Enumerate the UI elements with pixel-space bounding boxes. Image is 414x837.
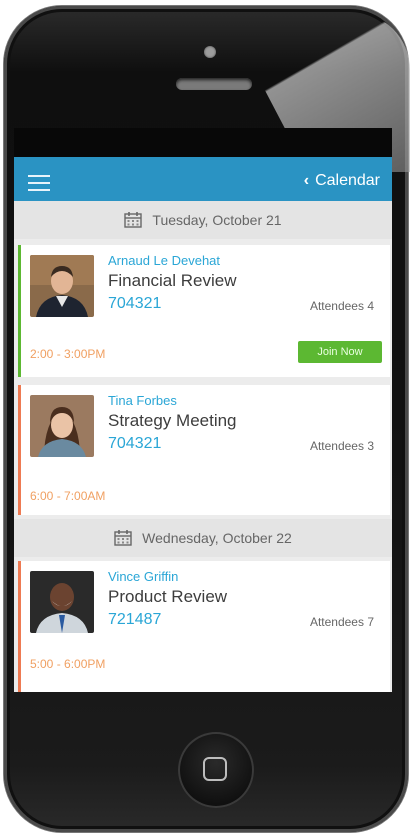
host-name[interactable]: Vince Griffin [108,569,178,584]
avatar [30,255,94,317]
app-screen: ‹ Calendar Tuesday, October 21 Arnaud Le… [14,157,392,692]
calendar-icon [114,530,132,546]
avatar [30,571,94,633]
card-accent [18,385,21,515]
join-now-button[interactable]: Join Now [298,341,382,363]
attendee-count: Attendees 4 [309,299,374,313]
app-header: ‹ Calendar [14,157,392,201]
host-name[interactable]: Tina Forbes [108,393,177,408]
day-label: Wednesday, October 22 [142,530,292,546]
meeting-code[interactable]: 704321 [108,435,161,453]
day-label: Tuesday, October 21 [152,212,282,228]
meeting-title: Financial Review [108,271,237,290]
status-bar [14,128,392,157]
hamburger-icon[interactable] [28,175,50,191]
attendee-count: Attendees 7 [309,615,374,629]
chevron-left-icon: ‹ [303,172,310,189]
host-name[interactable]: Arnaud Le Devehat [108,253,220,268]
meeting-code[interactable]: 721487 [108,611,161,629]
earpiece-speaker [176,78,252,90]
attendee-count: Attendees 3 [309,439,374,453]
meeting-title: Strategy Meeting [108,411,237,430]
meeting-code[interactable]: 704321 [108,295,161,313]
meeting-time: 6:00 - 7:00AM [30,489,106,503]
back-to-calendar-link[interactable]: ‹ Calendar [304,172,380,190]
meeting-time: 2:00 - 3:00PM [30,347,106,361]
back-link-label: Calendar [315,172,380,189]
home-button[interactable] [178,732,254,808]
card-accent [18,561,21,692]
home-square-icon [203,757,227,781]
card-accent [18,245,21,377]
meeting-title: Product Review [108,587,228,606]
front-camera [204,46,216,58]
avatar [30,395,94,457]
meeting-time: 5:00 - 6:00PM [30,657,106,671]
meeting-card[interactable]: Tina Forbes Strategy Meeting 704321 Atte… [18,385,390,515]
calendar-icon [124,212,143,228]
day-header: Wednesday, October 22 [14,519,392,557]
day-header: Tuesday, October 21 [14,201,392,239]
meeting-card[interactable]: Arnaud Le Devehat Financial Review 70432… [18,245,390,377]
meeting-card[interactable]: Vince Griffin Product Review 721487 Atte… [18,561,390,692]
